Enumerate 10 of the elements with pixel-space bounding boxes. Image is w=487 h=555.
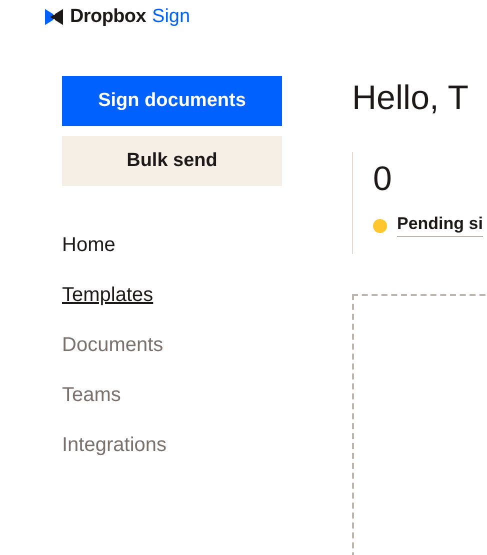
stat-link[interactable]: Pending si	[397, 214, 483, 237]
sign-documents-button[interactable]: Sign documents	[62, 76, 282, 126]
nav-link[interactable]: Home	[62, 232, 116, 258]
brand-name: Dropbox	[70, 6, 146, 28]
greeting-heading: Hello, T	[352, 78, 470, 119]
bulk-send-button[interactable]: Bulk send	[62, 136, 282, 186]
logo-icon	[44, 7, 64, 27]
nav-link[interactable]: Templates	[62, 282, 154, 308]
product-name: Sign	[152, 6, 190, 28]
stat-count: 0	[373, 159, 392, 200]
